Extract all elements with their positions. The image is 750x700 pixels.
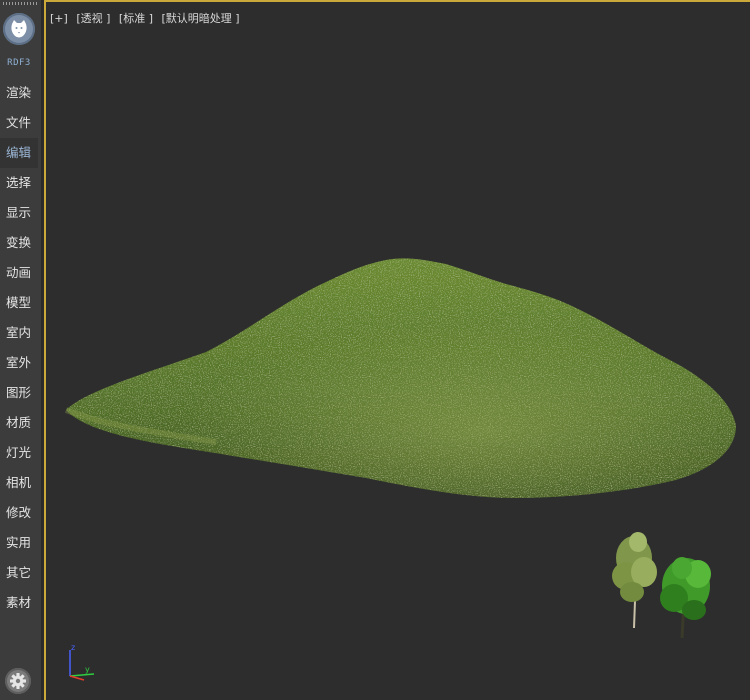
- panel-grip-handle[interactable]: [3, 2, 37, 5]
- app-window: RDF3 渲染 文件 编辑 选择 显示 变换 动画 模型 室内 室外 图形 材质…: [0, 0, 750, 700]
- sidebar-item-file[interactable]: 文件: [0, 108, 42, 138]
- axis-gizmo: z y: [69, 643, 95, 681]
- sidebar-item-shapes[interactable]: 图形: [0, 378, 42, 408]
- sidebar-item-render[interactable]: 渲染: [0, 78, 42, 108]
- tree-model-1[interactable]: [612, 532, 657, 629]
- sidebar-item-display[interactable]: 显示: [0, 198, 42, 228]
- sidebar-item-animation[interactable]: 动画: [0, 258, 42, 288]
- sidebar-item-model[interactable]: 模型: [0, 288, 42, 318]
- settings-button[interactable]: [5, 668, 31, 694]
- sidebar-item-camera[interactable]: 相机: [0, 468, 42, 498]
- sidebar-item-utilities[interactable]: 实用: [0, 528, 42, 558]
- sidebar-item-select[interactable]: 选择: [0, 168, 42, 198]
- sidebar-item-exterior[interactable]: 室外: [0, 348, 42, 378]
- sidebar-menu: 渲染 文件 编辑 选择 显示 变换 动画 模型 室内 室外 图形 材质 灯光 相…: [0, 78, 42, 618]
- sidebar-item-other[interactable]: 其它: [0, 558, 42, 588]
- sidebar-item-assets[interactable]: 素材: [0, 588, 42, 618]
- command-sidebar: RDF3 渲染 文件 编辑 选择 显示 变换 动画 模型 室内 室外 图形 材质…: [0, 0, 42, 700]
- tree-model-2[interactable]: [660, 557, 711, 639]
- gear-icon: [10, 673, 26, 689]
- sidebar-item-lights[interactable]: 灯光: [0, 438, 42, 468]
- sidebar-item-modify[interactable]: 修改: [0, 498, 42, 528]
- sidebar-item-material[interactable]: 材质: [0, 408, 42, 438]
- grass-hill-model[interactable]: [64, 258, 736, 498]
- axis-y-label: y: [85, 665, 90, 674]
- sidebar-item-transform[interactable]: 变换: [0, 228, 42, 258]
- sidebar-item-edit[interactable]: 编辑: [0, 138, 38, 168]
- viewport-scene: z y: [64, 258, 736, 681]
- perspective-viewport[interactable]: [+] [透视 ] [标准 ] [默认明暗处理 ] z y: [44, 0, 750, 700]
- sidebar-item-interior[interactable]: 室内: [0, 318, 42, 348]
- axis-z-label: z: [71, 643, 75, 652]
- version-label: RDF3: [7, 58, 31, 68]
- plugin-logo-icon[interactable]: [3, 13, 35, 45]
